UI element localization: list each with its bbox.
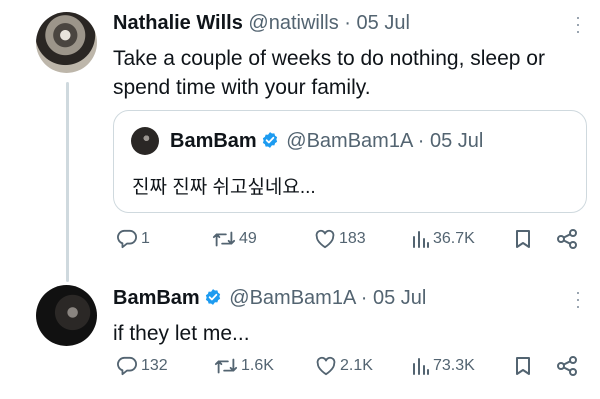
- repost-button[interactable]: 1.6K: [214, 356, 274, 376]
- bookmark-icon: [516, 357, 530, 375]
- reply-icon: [117, 356, 137, 376]
- tweet1-handle-date[interactable]: @natiwills · 05 Jul: [248, 12, 409, 34]
- like-count: 183: [339, 230, 366, 247]
- views-count: 73.3K: [433, 357, 475, 374]
- views-button[interactable]: 36.7K: [412, 229, 475, 249]
- avatar-bambam[interactable]: [36, 285, 97, 346]
- reply-count: 132: [141, 357, 168, 374]
- repost-button[interactable]: 49: [212, 229, 257, 249]
- reply-button[interactable]: 1: [116, 229, 150, 249]
- tweet2-action-bar: 132 1.6K 2.1K 73.3K: [116, 356, 586, 380]
- quote-author-name: BamBam: [170, 130, 257, 152]
- thread-line: [66, 82, 69, 282]
- tweet1-header: Nathalie Wills @natiwills · 05 Jul: [113, 12, 410, 35]
- share-icon: [557, 229, 577, 249]
- quote-handle-date: @BamBam1A · 05 Jul: [286, 130, 484, 152]
- more-icon[interactable]: · · ·: [572, 8, 584, 40]
- like-button[interactable]: 2.1K: [315, 356, 373, 376]
- tweet1-author-name[interactable]: Nathalie Wills: [113, 12, 243, 34]
- bookmark-button[interactable]: [515, 356, 531, 376]
- tweet1-text: Take a couple of weeks to do nothing, sl…: [113, 47, 545, 99]
- share-button[interactable]: [556, 229, 578, 249]
- more-icon[interactable]: · · ·: [572, 283, 584, 315]
- bookmark-icon: [516, 230, 530, 248]
- reply-button[interactable]: 132: [116, 356, 168, 376]
- views-count: 36.7K: [433, 230, 475, 247]
- views-icon: [413, 231, 429, 248]
- reply-count: 1: [141, 230, 150, 247]
- tweet2-author-name[interactable]: BamBam: [113, 287, 200, 309]
- avatar-nathalie[interactable]: [36, 12, 97, 73]
- share-button[interactable]: [556, 356, 578, 376]
- like-icon: [316, 356, 336, 376]
- verified-badge-icon: [205, 289, 220, 305]
- quote-text: 진짜 진짜 쉬고싶네요...: [132, 177, 316, 198]
- views-icon: [413, 358, 429, 375]
- share-icon: [557, 356, 577, 376]
- bookmark-button[interactable]: [515, 229, 531, 249]
- like-icon: [315, 229, 335, 249]
- repost-count: 1.6K: [241, 357, 274, 374]
- repost-count: 49: [239, 230, 257, 247]
- like-count: 2.1K: [340, 357, 373, 374]
- avatar-bambam-quote: [131, 127, 159, 155]
- tweet2-handle-date[interactable]: @BamBam1A · 05 Jul: [229, 287, 426, 309]
- repost-icon: [212, 231, 236, 247]
- tweet2-text: if they let me...: [113, 322, 250, 345]
- verified-badge-icon: [262, 132, 277, 148]
- quote-header: BamBam @BamBam1A · 05 Jul: [170, 130, 483, 153]
- tweet2-header: BamBam @BamBam1A · 05 Jul: [113, 287, 426, 310]
- repost-icon: [214, 358, 238, 374]
- views-button[interactable]: 73.3K: [412, 356, 475, 376]
- tweet1-action-bar: 1 49 183 36.7K: [116, 229, 586, 253]
- reply-icon: [117, 229, 137, 249]
- like-button[interactable]: 183: [314, 229, 366, 249]
